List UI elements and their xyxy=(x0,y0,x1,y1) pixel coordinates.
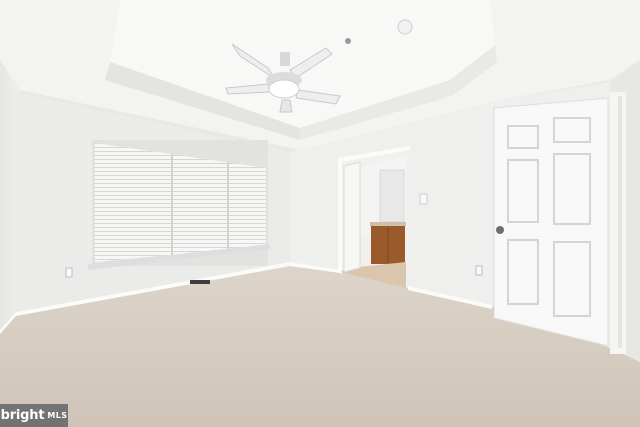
room-photo: bright MLS xyxy=(0,0,640,427)
room-illustration xyxy=(0,0,640,427)
floor-vent xyxy=(190,280,210,284)
light-switch xyxy=(419,193,428,205)
smoke-detector xyxy=(397,19,413,35)
ceiling-sensor xyxy=(345,38,351,44)
bathroom-mirror xyxy=(379,169,405,223)
fan-light xyxy=(268,79,300,99)
door-knob xyxy=(496,226,504,234)
outlet-right xyxy=(475,265,483,276)
mls-watermark: bright MLS xyxy=(0,404,68,427)
bathroom-door xyxy=(343,161,361,273)
door-frame-inner xyxy=(618,96,622,348)
outlet-left xyxy=(65,267,73,278)
vanity-countertop xyxy=(370,222,406,226)
